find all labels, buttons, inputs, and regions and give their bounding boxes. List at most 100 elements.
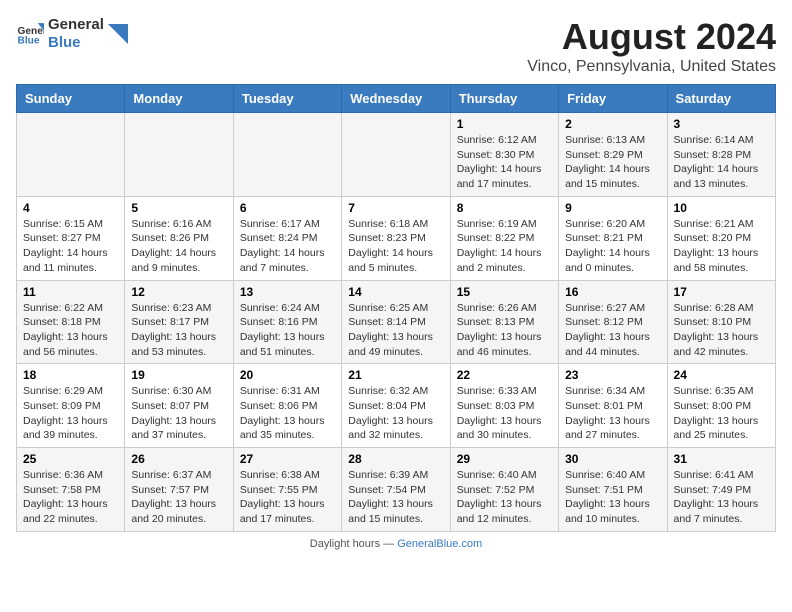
day-info: Sunrise: 6:19 AMSunset: 8:22 PMDaylight:… xyxy=(457,217,552,276)
day-number: 30 xyxy=(565,452,660,466)
day-info: Sunrise: 6:36 AMSunset: 7:58 PMDaylight:… xyxy=(23,468,118,527)
day-info: Sunrise: 6:40 AMSunset: 7:51 PMDaylight:… xyxy=(565,468,660,527)
logo-general: General xyxy=(48,16,104,34)
day-info: Sunrise: 6:37 AMSunset: 7:57 PMDaylight:… xyxy=(131,468,226,527)
day-info: Sunrise: 6:34 AMSunset: 8:01 PMDaylight:… xyxy=(565,384,660,443)
week-row-4: 18 Sunrise: 6:29 AMSunset: 8:09 PMDayligh… xyxy=(17,364,776,448)
day-number: 26 xyxy=(131,452,226,466)
day-cell: 16 Sunrise: 6:27 AMSunset: 8:12 PMDayligh… xyxy=(559,280,667,364)
day-info: Sunrise: 6:31 AMSunset: 8:06 PMDaylight:… xyxy=(240,384,335,443)
svg-text:Blue: Blue xyxy=(18,35,40,46)
day-cell: 22 Sunrise: 6:33 AMSunset: 8:03 PMDayligh… xyxy=(450,364,558,448)
footer-link[interactable]: GeneralBlue.com xyxy=(397,538,482,550)
day-cell: 26 Sunrise: 6:37 AMSunset: 7:57 PMDayligh… xyxy=(125,448,233,532)
day-cell: 19 Sunrise: 6:30 AMSunset: 8:07 PMDayligh… xyxy=(125,364,233,448)
day-number: 17 xyxy=(674,285,769,299)
day-number: 25 xyxy=(23,452,118,466)
day-info: Sunrise: 6:16 AMSunset: 8:26 PMDaylight:… xyxy=(131,217,226,276)
day-info: Sunrise: 6:27 AMSunset: 8:12 PMDaylight:… xyxy=(565,301,660,360)
day-number: 24 xyxy=(674,368,769,382)
day-info: Sunrise: 6:35 AMSunset: 8:00 PMDaylight:… xyxy=(674,384,769,443)
day-cell: 11Sunrise: 6:22 AMSunset: 8:18 PMDayligh… xyxy=(17,280,125,364)
day-info: Sunrise: 6:23 AMSunset: 8:17 PMDaylight:… xyxy=(131,301,226,360)
week-row-3: 11Sunrise: 6:22 AMSunset: 8:18 PMDayligh… xyxy=(17,280,776,364)
day-info: Sunrise: 6:33 AMSunset: 8:03 PMDaylight:… xyxy=(457,384,552,443)
title-area: August 2024 Vinco, Pennsylvania, United … xyxy=(527,16,776,76)
day-info: Sunrise: 6:13 AMSunset: 8:29 PMDaylight:… xyxy=(565,133,660,192)
day-number: 27 xyxy=(240,452,335,466)
col-header-tuesday: Tuesday xyxy=(233,85,341,113)
day-cell: 31 Sunrise: 6:41 AMSunset: 7:49 PMDayligh… xyxy=(667,448,775,532)
subtitle: Vinco, Pennsylvania, United States xyxy=(527,58,776,76)
day-cell: 1Sunrise: 6:12 AMSunset: 8:30 PMDaylight… xyxy=(450,113,558,197)
day-cell: 21Sunrise: 6:32 AMSunset: 8:04 PMDayligh… xyxy=(342,364,450,448)
col-header-friday: Friday xyxy=(559,85,667,113)
day-cell: 5Sunrise: 6:16 AMSunset: 8:26 PMDaylight… xyxy=(125,196,233,280)
day-info: Sunrise: 6:24 AMSunset: 8:16 PMDaylight:… xyxy=(240,301,335,360)
day-cell: 7 Sunrise: 6:18 AMSunset: 8:23 PMDaylight… xyxy=(342,196,450,280)
calendar-header: SundayMondayTuesdayWednesdayThursdayFrid… xyxy=(17,85,776,113)
day-number: 19 xyxy=(131,368,226,382)
day-cell xyxy=(125,113,233,197)
day-number: 8 xyxy=(457,201,552,215)
day-cell: 20 Sunrise: 6:31 AMSunset: 8:06 PMDayligh… xyxy=(233,364,341,448)
day-cell: 18 Sunrise: 6:29 AMSunset: 8:09 PMDayligh… xyxy=(17,364,125,448)
day-cell xyxy=(17,113,125,197)
day-cell: 3Sunrise: 6:14 AMSunset: 8:28 PMDaylight… xyxy=(667,113,775,197)
day-info: Sunrise: 6:30 AMSunset: 8:07 PMDaylight:… xyxy=(131,384,226,443)
week-row-1: 1Sunrise: 6:12 AMSunset: 8:30 PMDaylight… xyxy=(17,113,776,197)
day-cell: 13Sunrise: 6:24 AMSunset: 8:16 PMDayligh… xyxy=(233,280,341,364)
day-number: 21 xyxy=(348,368,443,382)
day-number: 29 xyxy=(457,452,552,466)
day-number: 2 xyxy=(565,117,660,131)
day-cell: 10 Sunrise: 6:21 AMSunset: 8:20 PMDayligh… xyxy=(667,196,775,280)
day-info: Sunrise: 6:26 AMSunset: 8:13 PMDaylight:… xyxy=(457,301,552,360)
day-number: 20 xyxy=(240,368,335,382)
day-number: 7 xyxy=(348,201,443,215)
day-info: Sunrise: 6:17 AMSunset: 8:24 PMDaylight:… xyxy=(240,217,335,276)
day-number: 15 xyxy=(457,285,552,299)
day-info: Sunrise: 6:15 AMSunset: 8:27 PMDaylight:… xyxy=(23,217,118,276)
col-header-saturday: Saturday xyxy=(667,85,775,113)
day-cell xyxy=(342,113,450,197)
day-cell: 8 Sunrise: 6:19 AMSunset: 8:22 PMDaylight… xyxy=(450,196,558,280)
day-cell: 25 Sunrise: 6:36 AMSunset: 7:58 PMDayligh… xyxy=(17,448,125,532)
day-number: 6 xyxy=(240,201,335,215)
logo: General Blue General Blue xyxy=(16,16,128,52)
day-info: Sunrise: 6:38 AMSunset: 7:55 PMDaylight:… xyxy=(240,468,335,527)
day-info: Sunrise: 6:29 AMSunset: 8:09 PMDaylight:… xyxy=(23,384,118,443)
day-info: Sunrise: 6:18 AMSunset: 8:23 PMDaylight:… xyxy=(348,217,443,276)
day-number: 22 xyxy=(457,368,552,382)
day-cell: 17 Sunrise: 6:28 AMSunset: 8:10 PMDayligh… xyxy=(667,280,775,364)
day-info: Sunrise: 6:14 AMSunset: 8:28 PMDaylight:… xyxy=(674,133,769,192)
day-cell: 24 Sunrise: 6:35 AMSunset: 8:00 PMDayligh… xyxy=(667,364,775,448)
logo-blue: Blue xyxy=(48,34,104,52)
day-number: 18 xyxy=(23,368,118,382)
day-info: Sunrise: 6:41 AMSunset: 7:49 PMDaylight:… xyxy=(674,468,769,527)
day-info: Sunrise: 6:40 AMSunset: 7:52 PMDaylight:… xyxy=(457,468,552,527)
day-cell: 23 Sunrise: 6:34 AMSunset: 8:01 PMDayligh… xyxy=(559,364,667,448)
day-number: 9 xyxy=(565,201,660,215)
day-cell: 30 Sunrise: 6:40 AMSunset: 7:51 PMDayligh… xyxy=(559,448,667,532)
day-cell: 6 Sunrise: 6:17 AMSunset: 8:24 PMDaylight… xyxy=(233,196,341,280)
day-cell: 15 Sunrise: 6:26 AMSunset: 8:13 PMDayligh… xyxy=(450,280,558,364)
footer: Daylight hours — GeneralBlue.com xyxy=(16,538,776,550)
logo-arrow-icon xyxy=(108,24,128,44)
col-header-monday: Monday xyxy=(125,85,233,113)
day-info: Sunrise: 6:21 AMSunset: 8:20 PMDaylight:… xyxy=(674,217,769,276)
week-row-5: 25 Sunrise: 6:36 AMSunset: 7:58 PMDayligh… xyxy=(17,448,776,532)
day-cell: 14Sunrise: 6:25 AMSunset: 8:14 PMDayligh… xyxy=(342,280,450,364)
col-header-wednesday: Wednesday xyxy=(342,85,450,113)
calendar-table: SundayMondayTuesdayWednesdayThursdayFrid… xyxy=(16,84,776,532)
day-info: Sunrise: 6:28 AMSunset: 8:10 PMDaylight:… xyxy=(674,301,769,360)
day-info: Sunrise: 6:25 AMSunset: 8:14 PMDaylight:… xyxy=(348,301,443,360)
header: General Blue General Blue August 2024 Vi… xyxy=(16,16,776,76)
day-number: 31 xyxy=(674,452,769,466)
day-number: 16 xyxy=(565,285,660,299)
day-cell: 9Sunrise: 6:20 AMSunset: 8:21 PMDaylight… xyxy=(559,196,667,280)
day-number: 1 xyxy=(457,117,552,131)
day-cell: 27 Sunrise: 6:38 AMSunset: 7:55 PMDayligh… xyxy=(233,448,341,532)
day-info: Sunrise: 6:22 AMSunset: 8:18 PMDaylight:… xyxy=(23,301,118,360)
day-number: 23 xyxy=(565,368,660,382)
day-number: 10 xyxy=(674,201,769,215)
